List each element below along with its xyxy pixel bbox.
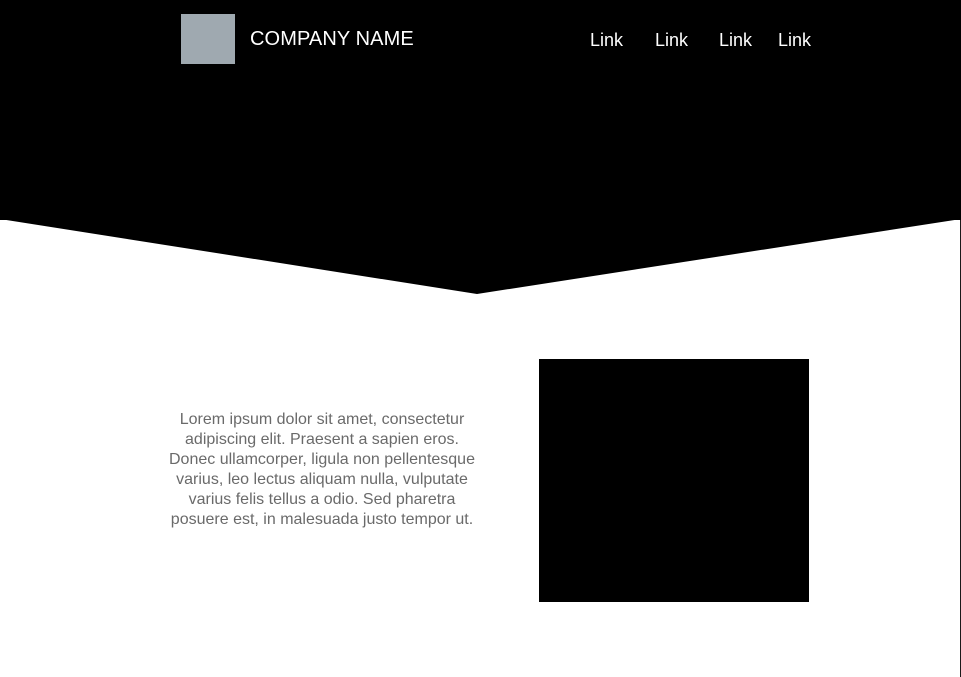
- media-placeholder: [539, 359, 809, 602]
- nav-link-3[interactable]: Link: [719, 29, 752, 51]
- intro-paragraph: Lorem ipsum dolor sit amet, consectetur …: [169, 411, 475, 528]
- nav-link-2[interactable]: Link: [655, 29, 688, 51]
- company-name[interactable]: COMPANY NAME: [250, 27, 414, 51]
- company-logo[interactable]: [181, 14, 235, 64]
- header-chevron-divider: [0, 219, 961, 294]
- nav-link-1[interactable]: Link: [590, 29, 623, 51]
- hero-header: [0, 0, 961, 220]
- nav-link-4[interactable]: Link: [778, 29, 811, 51]
